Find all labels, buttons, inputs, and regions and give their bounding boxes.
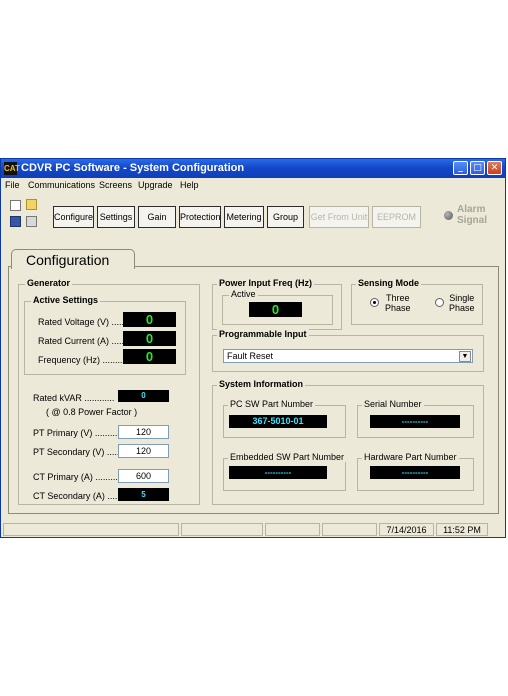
rated-kvar-display: 0 bbox=[118, 390, 169, 402]
toolbar: Configure Settings Gain Protection Meter… bbox=[1, 194, 505, 230]
pt-primary-input[interactable]: 120 bbox=[118, 425, 169, 439]
three-phase-radio[interactable] bbox=[370, 298, 379, 307]
ct-secondary-label: CT Secondary (A) ..... bbox=[33, 491, 120, 501]
configure-button[interactable]: Configure bbox=[53, 206, 94, 228]
pc-sw-part-display: 367-5010-01 bbox=[229, 415, 327, 428]
single-phase-label[interactable]: Single Phase bbox=[449, 293, 475, 313]
menu-bar: File Communications Screens Upgrade Help bbox=[1, 178, 505, 193]
status-cell bbox=[181, 523, 263, 536]
ct-primary-input[interactable]: 600 bbox=[118, 469, 169, 483]
open-folder-icon[interactable] bbox=[26, 199, 37, 210]
programmable-input-title: Programmable Input bbox=[217, 329, 309, 339]
status-cell bbox=[322, 523, 377, 536]
menu-communications[interactable]: Communications bbox=[28, 180, 95, 190]
three-phase-label[interactable]: Three Phase bbox=[385, 293, 411, 313]
active-settings-title: Active Settings bbox=[31, 295, 101, 305]
hardware-part-label: Hardware Part Number bbox=[362, 452, 459, 462]
menu-file[interactable]: File bbox=[5, 180, 20, 190]
frequency-display: 0 bbox=[123, 349, 176, 364]
rated-current-label: Rated Current (A) ..... bbox=[38, 336, 125, 346]
power-input-freq-display: 0 bbox=[249, 302, 302, 317]
serial-number-label: Serial Number bbox=[362, 399, 424, 409]
generator-group-title: Generator bbox=[25, 278, 73, 288]
minimize-button[interactable]: _ bbox=[453, 161, 468, 175]
rated-current-display: 0 bbox=[123, 331, 176, 346]
status-cell bbox=[3, 523, 179, 536]
serial-number-display: ---------- bbox=[370, 415, 460, 428]
app-window: CAT CDVR PC Software - System Configurat… bbox=[0, 158, 506, 538]
title-bar[interactable]: CAT CDVR PC Software - System Configurat… bbox=[1, 159, 505, 178]
close-button[interactable]: ✕ bbox=[487, 161, 502, 175]
pt-secondary-label: PT Secondary (V) ..... bbox=[33, 447, 120, 457]
ct-primary-label: CT Primary (A) ......... bbox=[33, 472, 118, 482]
maximize-button[interactable]: □ bbox=[470, 161, 485, 175]
menu-upgrade[interactable]: Upgrade bbox=[138, 180, 173, 190]
window-title: CDVR PC Software - System Configuration bbox=[21, 162, 245, 174]
pt-secondary-input[interactable]: 120 bbox=[118, 444, 169, 458]
pc-sw-part-label: PC SW Part Number bbox=[228, 399, 316, 409]
new-file-icon[interactable] bbox=[10, 200, 21, 211]
protection-button[interactable]: Protection bbox=[179, 206, 221, 228]
tab-configuration[interactable]: Configuration bbox=[11, 249, 135, 269]
status-time: 11:52 PM bbox=[436, 523, 488, 536]
rated-kvar-label: Rated kVAR ............ bbox=[33, 393, 115, 403]
eeprom-button[interactable]: EEPROM bbox=[372, 206, 421, 228]
power-input-freq-title: Power Input Freq (Hz) bbox=[217, 278, 314, 288]
programmable-input-select[interactable]: Fault Reset ▼ bbox=[223, 349, 473, 363]
programmable-input-value: Fault Reset bbox=[227, 351, 274, 361]
embedded-sw-part-label: Embedded SW Part Number bbox=[228, 452, 347, 462]
embedded-sw-part-display: ---------- bbox=[229, 466, 327, 479]
alarm-signal-label: Alarm Signal bbox=[457, 204, 488, 226]
system-information-title: System Information bbox=[217, 379, 306, 389]
status-cell bbox=[265, 523, 320, 536]
rated-voltage-display: 0 bbox=[123, 312, 176, 327]
rated-voltage-label: Rated Voltage (V) ..... bbox=[38, 317, 125, 327]
dropdown-arrow-icon[interactable]: ▼ bbox=[459, 351, 471, 362]
get-from-unit-button[interactable]: Get From Unit bbox=[309, 206, 369, 228]
ct-secondary-display: 5 bbox=[118, 488, 169, 501]
gain-button[interactable]: Gain bbox=[138, 206, 176, 228]
metering-button[interactable]: Metering bbox=[224, 206, 264, 228]
print-icon[interactable] bbox=[26, 216, 37, 227]
app-logo-icon: CAT bbox=[4, 162, 20, 175]
pt-primary-label: PT Primary (V) .......... bbox=[33, 428, 120, 438]
alarm-signal-indicator bbox=[444, 211, 453, 220]
status-date: 7/14/2016 bbox=[379, 523, 434, 536]
status-bar: 7/14/2016 11:52 PM bbox=[1, 523, 505, 537]
group-button[interactable]: Group bbox=[267, 206, 304, 228]
hardware-part-display: ---------- bbox=[370, 466, 460, 479]
power-input-active-label: Active bbox=[229, 289, 258, 299]
save-icon[interactable] bbox=[10, 216, 21, 227]
menu-help[interactable]: Help bbox=[180, 180, 199, 190]
settings-button[interactable]: Settings bbox=[97, 206, 135, 228]
single-phase-radio[interactable] bbox=[435, 298, 444, 307]
frequency-label: Frequency (Hz) ......... bbox=[38, 355, 126, 365]
menu-screens[interactable]: Screens bbox=[99, 180, 132, 190]
power-factor-note: ( @ 0.8 Power Factor ) bbox=[46, 407, 138, 417]
sensing-mode-title: Sensing Mode bbox=[356, 278, 422, 288]
